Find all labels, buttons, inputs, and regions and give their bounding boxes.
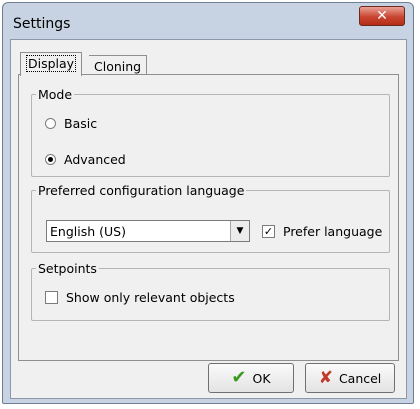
language-legend: Preferred configuration language	[38, 183, 245, 198]
language-select-value: English (US)	[50, 224, 126, 239]
checkmark-icon: ✔	[231, 367, 247, 388]
ok-label: OK	[252, 370, 271, 386]
prefer-language-label: Prefer language	[283, 224, 383, 239]
setpoints-group: Setpoints Show only relevant objects	[31, 261, 390, 321]
basic-radio[interactable]	[45, 118, 56, 129]
close-button[interactable]: ✕	[359, 6, 405, 26]
mode-group: Mode Basic Advanced	[31, 87, 390, 177]
prefer-language-option[interactable]: ✓ Prefer language	[262, 224, 382, 239]
advanced-label: Advanced	[64, 152, 126, 167]
tab-cloning-label: Cloning	[94, 59, 142, 74]
mode-legend: Mode	[38, 87, 73, 102]
prefer-language-checkbox[interactable]: ✓	[262, 225, 275, 238]
cancel-button[interactable]: ✘ Cancel	[305, 363, 395, 393]
show-relevant-checkbox[interactable]	[45, 291, 58, 304]
dropdown-arrow-icon[interactable]: ▼	[230, 221, 249, 241]
setpoints-legend: Setpoints	[38, 261, 97, 276]
show-relevant-option[interactable]: Show only relevant objects	[45, 290, 235, 305]
advanced-radio[interactable]	[45, 154, 56, 165]
display-tab-panel: Mode Basic Advanced Preferred configurat…	[18, 74, 399, 361]
dialog-body: Display Cloning Mode Basic Advanced Pref…	[10, 39, 407, 399]
x-icon: ✘	[318, 367, 333, 388]
language-group: Preferred configuration language English…	[31, 183, 390, 253]
tab-display[interactable]: Display	[20, 52, 83, 76]
title-bar: Settings ✕	[3, 3, 413, 39]
show-relevant-label: Show only relevant objects	[66, 290, 235, 305]
window-title: Settings	[13, 16, 71, 32]
basic-label: Basic	[64, 116, 98, 131]
tab-display-label: Display	[26, 55, 77, 72]
cancel-label: Cancel	[338, 370, 382, 386]
advanced-radio-option[interactable]: Advanced	[45, 152, 126, 167]
basic-radio-option[interactable]: Basic	[45, 116, 97, 131]
language-select[interactable]: English (US) ▼	[46, 220, 250, 242]
settings-dialog: Settings ✕ Display Cloning Mode Basic Ad…	[2, 2, 414, 404]
close-icon: ✕	[376, 8, 388, 24]
ok-button[interactable]: ✔ OK	[208, 363, 294, 393]
